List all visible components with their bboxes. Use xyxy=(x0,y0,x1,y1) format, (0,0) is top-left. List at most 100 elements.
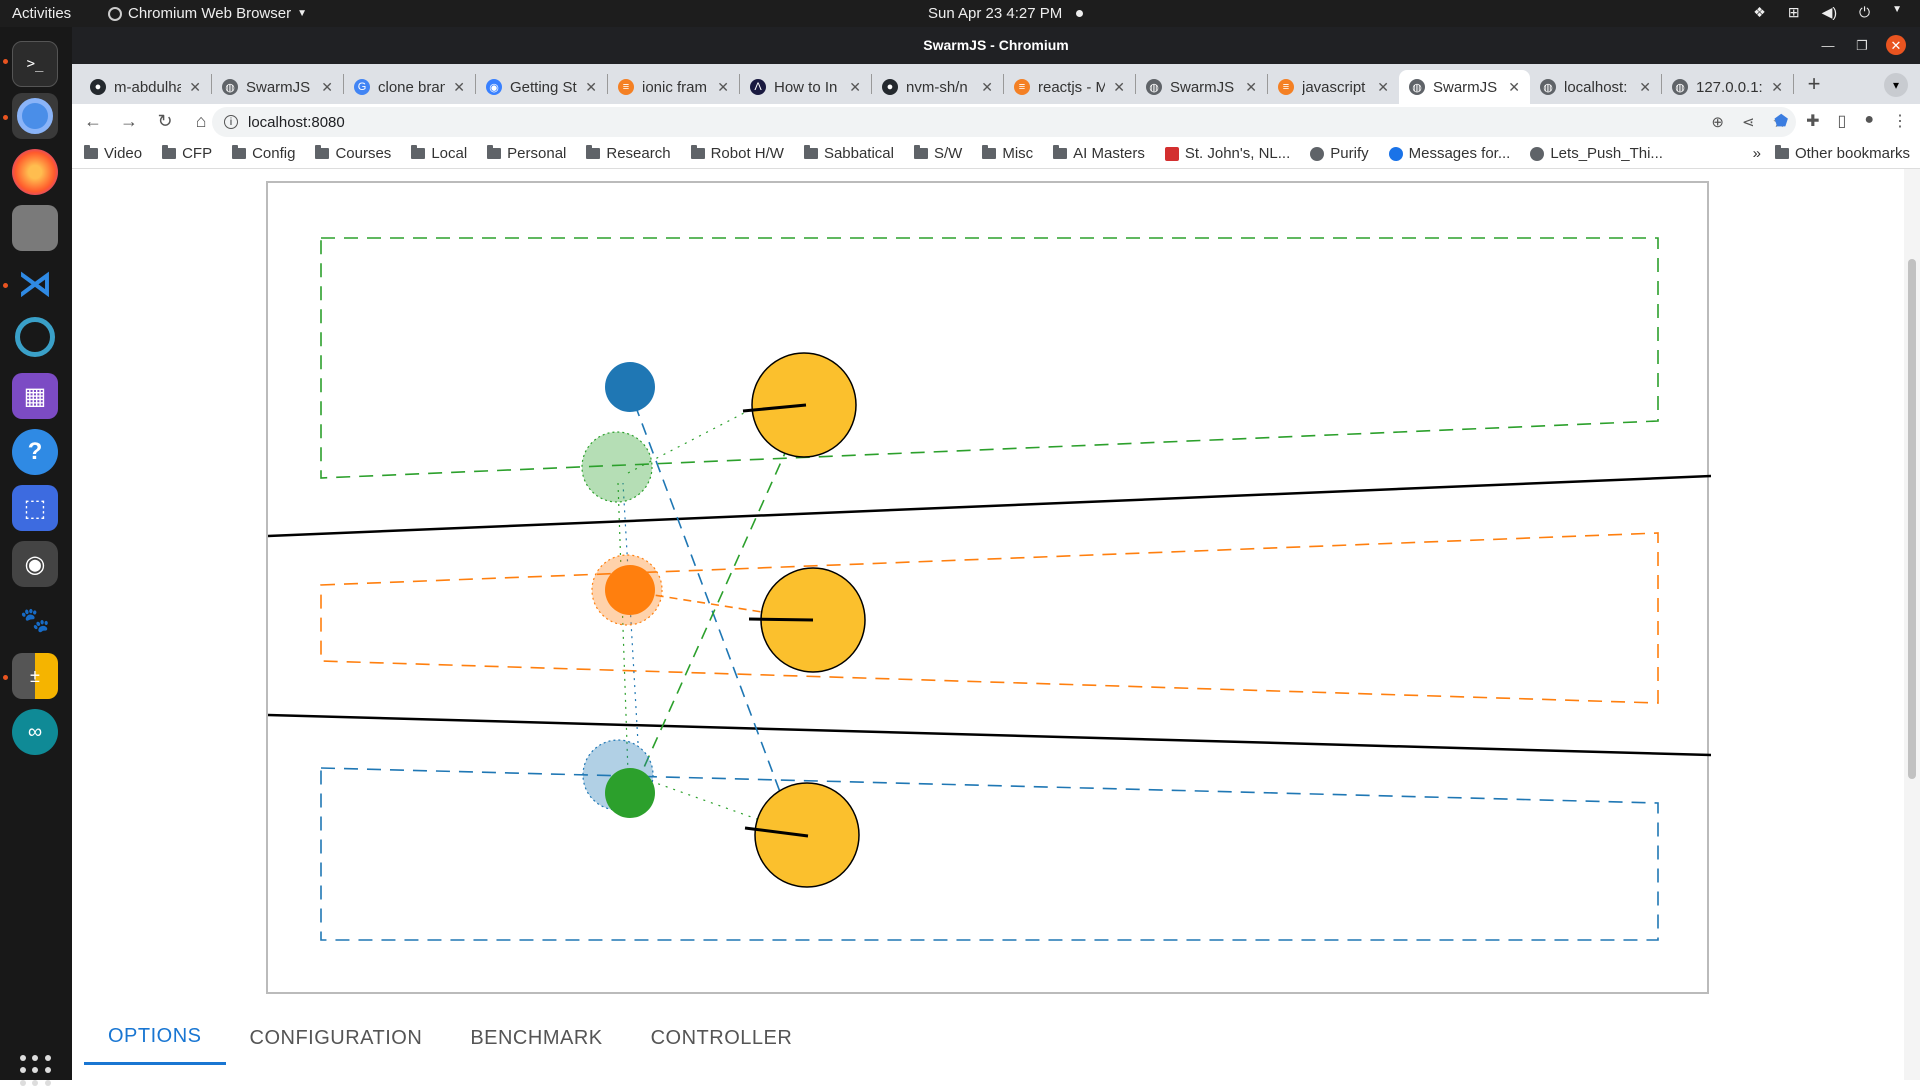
bookmark-item[interactable]: S/W xyxy=(914,145,962,162)
browser-tab[interactable]: ● m-abdulha ✕ xyxy=(80,70,211,104)
app-menu[interactable]: Chromium Web Browser ▼ xyxy=(108,5,307,22)
puck-middle[interactable] xyxy=(748,567,866,673)
bookmark-item[interactable]: Courses xyxy=(315,145,391,162)
chevron-down-icon[interactable]: ▼ xyxy=(1892,4,1902,21)
close-tab-icon[interactable]: ✕ xyxy=(1377,79,1389,96)
share-icon[interactable]: ⋖ xyxy=(1742,113,1755,131)
bookmark-item[interactable]: Personal xyxy=(487,145,566,162)
close-tab-icon[interactable]: ✕ xyxy=(1639,79,1651,96)
video-recorder-icon[interactable]: ▦ xyxy=(12,373,58,419)
browser-tab[interactable]: ≡ javascript ✕ xyxy=(1268,70,1399,104)
side-panel-icon[interactable]: ▯ xyxy=(1838,111,1847,131)
new-tab-icon[interactable]: + xyxy=(1800,70,1828,98)
calculator-icon[interactable]: ± xyxy=(12,653,58,699)
bookmark-item[interactable]: CFP xyxy=(162,145,212,162)
tab-options[interactable]: OPTIONS xyxy=(84,1011,226,1065)
arduino-icon[interactable]: ∞ xyxy=(12,709,58,755)
bookmark-item[interactable]: Local xyxy=(411,145,467,162)
tab-search-icon[interactable]: ▾ xyxy=(1884,73,1908,97)
scrollbar-thumb[interactable] xyxy=(1908,259,1916,779)
tab-configuration[interactable]: CONFIGURATION xyxy=(226,1011,447,1065)
home-icon[interactable]: ⌂ xyxy=(190,111,212,132)
maximize-icon[interactable]: ❐ xyxy=(1852,35,1872,55)
settings-ring-icon[interactable] xyxy=(15,317,55,357)
bookmark-item[interactable]: Purify xyxy=(1310,145,1369,162)
vscode-icon[interactable]: ⋊ xyxy=(12,261,58,307)
browser-tab[interactable]: ◍ SwarmJS ✕ xyxy=(212,70,343,104)
bookmark-item[interactable]: Messages for... xyxy=(1388,145,1510,162)
robot-green[interactable] xyxy=(605,768,655,818)
browser-tab[interactable]: ◍ 127.0.0.1: ✕ xyxy=(1662,70,1793,104)
close-tab-icon[interactable]: ✕ xyxy=(1245,79,1257,96)
other-bookmarks[interactable]: Other bookmarks xyxy=(1774,145,1910,162)
gimp-icon[interactable]: 🐾 xyxy=(12,597,58,643)
browser-tab[interactable]: ◍ SwarmJS ✕ xyxy=(1136,70,1267,104)
robot-orange[interactable] xyxy=(605,565,655,615)
address-text[interactable]: localhost:8080 xyxy=(248,114,345,131)
firefox-icon[interactable] xyxy=(12,149,58,195)
close-tab-icon[interactable]: ✕ xyxy=(717,79,729,96)
volume-icon[interactable]: ◀) xyxy=(1822,4,1837,21)
zoom-icon[interactable]: ⊕ xyxy=(1711,113,1724,131)
bookmark-item[interactable]: AI Masters xyxy=(1053,145,1145,162)
activities-button[interactable]: Activities xyxy=(12,5,71,22)
simulation-canvas[interactable] xyxy=(266,181,1711,994)
minimize-icon[interactable]: — xyxy=(1818,35,1838,55)
power-icon[interactable]: ⏻ xyxy=(1859,4,1870,21)
dropbox-icon[interactable]: ❖ xyxy=(1753,4,1766,21)
browser-tab[interactable]: ◍ SwarmJS ✕ xyxy=(1399,70,1530,104)
browser-tab[interactable]: ◉ Getting St ✕ xyxy=(476,70,607,104)
browser-tab[interactable]: Λ How to In ✕ xyxy=(740,70,871,104)
bookmarks-overflow-icon[interactable]: » xyxy=(1753,145,1761,162)
help-icon[interactable]: ? xyxy=(12,429,58,475)
address-bar[interactable]: i localhost:8080 ⊕ ⋖ ☆ xyxy=(212,107,1796,137)
camera-icon[interactable]: ◉ xyxy=(12,541,58,587)
close-tab-icon[interactable]: ✕ xyxy=(1113,79,1125,96)
terminal-icon[interactable]: >_ xyxy=(12,41,58,87)
bookmark-item[interactable]: Sabbatical xyxy=(803,145,894,162)
browser-tab[interactable]: ● nvm-sh/n ✕ xyxy=(872,70,1003,104)
robot-blue[interactable] xyxy=(605,362,655,412)
browser-tab[interactable]: ≡ reactjs - M ✕ xyxy=(1004,70,1135,104)
tab-controller[interactable]: CONTROLLER xyxy=(627,1011,817,1065)
tab-benchmark[interactable]: BENCHMARK xyxy=(446,1011,626,1065)
close-tab-icon[interactable]: ✕ xyxy=(1771,79,1783,96)
close-tab-icon[interactable]: ✕ xyxy=(981,79,993,96)
menu-kebab-icon[interactable]: ⋮ xyxy=(1892,111,1908,131)
bookmark-item[interactable]: Research xyxy=(586,145,671,162)
files-icon[interactable] xyxy=(12,205,58,251)
puck-top[interactable] xyxy=(742,352,857,458)
browser-tab[interactable]: Gclone bran ✕ xyxy=(344,70,475,104)
chromium-icon[interactable] xyxy=(12,93,58,139)
close-tab-icon[interactable]: ✕ xyxy=(1508,79,1520,96)
extensions-puzzle-icon[interactable]: ✚ xyxy=(1806,111,1819,131)
bookmark-item[interactable]: St. John's, NL... xyxy=(1164,145,1290,162)
close-tab-icon[interactable]: ✕ xyxy=(453,79,465,96)
reload-icon[interactable]: ↻ xyxy=(154,111,176,132)
close-tab-icon[interactable]: ✕ xyxy=(585,79,597,96)
tab-separator xyxy=(1793,74,1794,94)
extension-shield-icon[interactable]: ⬟ xyxy=(1774,111,1788,131)
close-tab-icon[interactable]: ✕ xyxy=(849,79,861,96)
page-scrollbar[interactable] xyxy=(1904,169,1920,1080)
close-tab-icon[interactable]: ✕ xyxy=(189,79,201,96)
bookmark-item[interactable]: Lets_Push_Thi... xyxy=(1530,145,1663,162)
close-tab-icon[interactable]: ✕ xyxy=(321,79,333,96)
browser-tab[interactable]: ◍ localhost: ✕ xyxy=(1530,70,1661,104)
system-tray[interactable]: ❖ ⊞ ◀) ⏻ ▼ xyxy=(1753,4,1902,21)
browser-tab[interactable]: ≡ ionic fram ✕ xyxy=(608,70,739,104)
info-icon[interactable]: i xyxy=(224,115,238,129)
bookmark-item[interactable]: Config xyxy=(232,145,295,162)
show-apps-icon[interactable] xyxy=(20,1055,52,1087)
close-icon[interactable]: ✕ xyxy=(1886,35,1906,55)
forward-icon[interactable]: → xyxy=(118,111,140,132)
network-icon[interactable]: ⊞ xyxy=(1788,4,1800,21)
screenshot-icon[interactable]: ⬚ xyxy=(12,485,58,531)
bookmark-item[interactable]: Video xyxy=(84,145,142,162)
bookmark-item[interactable]: Robot H/W xyxy=(690,145,784,162)
profile-icon[interactable]: ● xyxy=(1864,111,1874,131)
back-icon[interactable]: ← xyxy=(82,111,104,132)
bookmark-item[interactable]: Misc xyxy=(982,145,1033,162)
puck-bottom[interactable] xyxy=(744,782,860,888)
clock[interactable]: Sun Apr 23 4:27 PM xyxy=(928,5,1062,22)
